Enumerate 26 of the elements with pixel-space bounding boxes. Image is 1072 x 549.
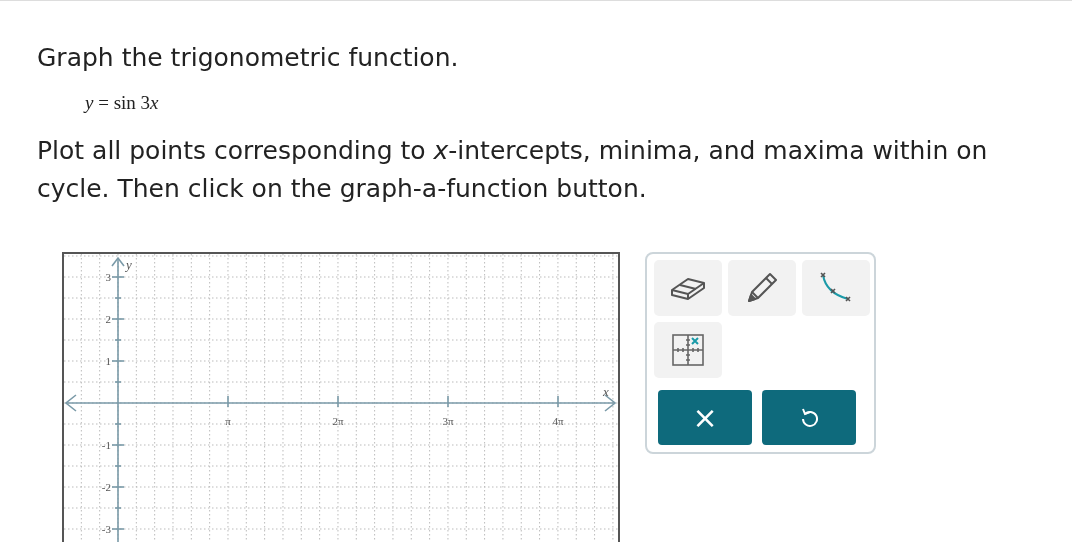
tick-label: -1: [101, 439, 111, 451]
tick-label: 2π: [332, 415, 344, 427]
tick-label: 3π: [442, 415, 454, 427]
tick-label: 4π: [552, 415, 564, 427]
undo-button[interactable]: [762, 390, 856, 445]
pencil-tool-button[interactable]: [728, 260, 796, 316]
axis-label: y: [126, 257, 132, 272]
tick-label: -3: [101, 523, 111, 535]
clear-button[interactable]: ×: [658, 390, 752, 445]
instruction-text: cycle. Then click on the graph-a-function button.: [37, 173, 648, 205]
graph-area[interactable]: x y π 2π 3π 4π 3 2 1 -1 -2 -3: [62, 252, 620, 542]
equation: y = sin 3x: [85, 92, 160, 114]
question-title: Graph the trigonometric function.: [37, 43, 460, 72]
undo-icon: [800, 407, 818, 428]
point-grid-icon: [671, 333, 705, 367]
tick-label: 2: [105, 313, 111, 325]
eraser-tool-button[interactable]: [654, 260, 722, 316]
instruction-text: Plot all points corresponding to x-intercepts, minima, and maxima within on: [37, 135, 989, 167]
tick-label: π: [225, 415, 231, 427]
point-grid-tool-button[interactable]: [654, 322, 722, 378]
curve-tool-button[interactable]: [802, 260, 870, 316]
tick-label: 1: [105, 355, 111, 367]
pencil-icon: [745, 271, 779, 305]
axis-label: x: [603, 384, 609, 399]
tick-label: 3: [105, 271, 111, 283]
tick-label: -2: [101, 481, 111, 493]
